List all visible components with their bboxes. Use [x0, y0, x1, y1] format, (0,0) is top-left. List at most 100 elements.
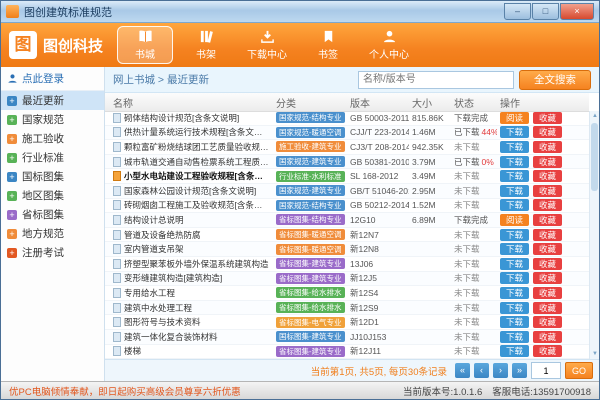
- fav-button[interactable]: 收藏: [533, 316, 562, 328]
- close-button[interactable]: ×: [560, 3, 594, 20]
- doc-name[interactable]: 楼梯: [124, 345, 141, 357]
- folder-icon[interactable]: +: [7, 210, 17, 220]
- login-link[interactable]: 点此登录: [1, 67, 104, 91]
- doc-name[interactable]: 管道及设备绝热防腐: [124, 229, 201, 241]
- table-row[interactable]: 砌体结构设计规范[含条文说明]国家规范-结构专业GB 50003-2011815…: [105, 111, 589, 126]
- sidebar-item[interactable]: +最近更新: [1, 91, 104, 110]
- scroll-up-icon[interactable]: ▲: [590, 111, 600, 121]
- fav-button[interactable]: 收藏: [533, 258, 562, 270]
- table-row[interactable]: 楼梯省标图集-建筑专业新12J11未下载下载收藏: [105, 345, 589, 360]
- fav-button[interactable]: 收藏: [533, 185, 562, 197]
- read-button[interactable]: 阅读: [500, 214, 529, 226]
- table-row[interactable]: 供热计量系统运行技术规程[含条文说明]国家规范-暖通空调CJJ/T 223-20…: [105, 126, 589, 141]
- doc-name[interactable]: 专用给水工程: [124, 287, 175, 299]
- download-button[interactable]: 下载: [500, 199, 529, 211]
- table-row[interactable]: 建筑中水处理工程省标图集-给水排水新12S9未下载下载收藏: [105, 301, 589, 316]
- download-button[interactable]: 下载: [500, 243, 529, 255]
- fav-button[interactable]: 收藏: [533, 287, 562, 299]
- sidebar-item[interactable]: +行业标准: [1, 148, 104, 167]
- download-button[interactable]: 下载: [500, 126, 529, 138]
- doc-name[interactable]: 颗粒富矿粉烧结球团工艺质量验收规范[含条文说明]: [124, 141, 270, 153]
- table-row[interactable]: 建筑一体化复合装饰材料国标图集-建筑专业JJ10J153未下载下载收藏: [105, 330, 589, 345]
- doc-name[interactable]: 建筑一体化复合装饰材料: [124, 331, 218, 343]
- tab-download[interactable]: 下载中心: [239, 25, 295, 65]
- sidebar-item[interactable]: +国标图集: [1, 167, 104, 186]
- scrollbar-thumb[interactable]: [591, 123, 598, 191]
- sidebar-item[interactable]: +省标图集: [1, 205, 104, 224]
- folder-icon[interactable]: +: [7, 115, 17, 125]
- sidebar-item[interactable]: +国家规范: [1, 110, 104, 129]
- fav-button[interactable]: 收藏: [533, 229, 562, 241]
- doc-name[interactable]: 结构设计总说明: [124, 214, 184, 226]
- doc-name[interactable]: 挤塑型聚苯板外墙外保温系统建筑构造: [124, 258, 269, 270]
- sidebar-item[interactable]: +施工验收: [1, 129, 104, 148]
- tab-bookmark[interactable]: 书签: [300, 25, 356, 65]
- doc-name[interactable]: 国家森林公园设计规范[含条文说明]: [124, 185, 256, 197]
- doc-name[interactable]: 室内管道支吊架: [124, 243, 184, 255]
- sidebar-item[interactable]: +地方规范: [1, 224, 104, 243]
- folder-icon[interactable]: +: [7, 96, 17, 106]
- download-button[interactable]: 下载: [500, 287, 529, 299]
- folder-icon[interactable]: +: [7, 229, 17, 239]
- table-row[interactable]: 城市轨道交通自动售检票系统工程质量验收规范[含条文说明]国家规范-建筑专业GB …: [105, 155, 589, 170]
- folder-icon[interactable]: +: [7, 191, 17, 201]
- fav-button[interactable]: 收藏: [533, 156, 562, 168]
- page-number-input[interactable]: [531, 362, 561, 379]
- doc-name[interactable]: 供热计量系统运行技术规程[含条文说明]: [124, 126, 270, 138]
- table-row[interactable]: 管道及设备绝热防腐省标图集-暖通空调新12N7未下载下载收藏: [105, 228, 589, 243]
- table-row[interactable]: 室内管道支吊架省标图集-暖通空调新12N8未下载下载收藏: [105, 242, 589, 257]
- download-button[interactable]: 下载: [500, 302, 529, 314]
- table-row[interactable]: 结构设计总说明省标图集-结构专业12G106.89M下载完成阅读收藏: [105, 213, 589, 228]
- download-button[interactable]: 下载: [500, 331, 529, 343]
- doc-name[interactable]: 城市轨道交通自动售检票系统工程质量验收规范[含条文说明]: [124, 156, 270, 168]
- maximize-button[interactable]: □: [532, 3, 559, 20]
- table-row[interactable]: 变形缝建筑构造[建筑构造]省标图集-建筑专业新12J5未下载下载收藏: [105, 272, 589, 287]
- download-button[interactable]: 下载: [500, 185, 529, 197]
- folder-icon[interactable]: +: [7, 153, 17, 163]
- table-row[interactable]: 小型水电站建设工程验收规程[含条文说明]行业标准-水利标准SL 168-2012…: [105, 169, 589, 184]
- folder-icon[interactable]: +: [7, 134, 17, 144]
- tab-shelf[interactable]: 书架: [178, 25, 234, 65]
- next-page-button[interactable]: ›: [493, 363, 508, 378]
- prev-page-button[interactable]: ‹: [474, 363, 489, 378]
- doc-name[interactable]: 小型水电站建设工程验收规程[含条文说明]: [124, 170, 270, 182]
- fav-button[interactable]: 收藏: [533, 302, 562, 314]
- fav-button[interactable]: 收藏: [533, 112, 562, 124]
- download-button[interactable]: 下载: [500, 258, 529, 270]
- scroll-down-icon[interactable]: ▼: [590, 349, 600, 359]
- fav-button[interactable]: 收藏: [533, 243, 562, 255]
- table-row[interactable]: 颗粒富矿粉烧结球团工艺质量验收规范[含条文说明]施工验收-建筑专业CJ3/T 2…: [105, 140, 589, 155]
- doc-name[interactable]: 建筑中水处理工程: [124, 302, 192, 314]
- folder-icon[interactable]: +: [7, 172, 17, 182]
- fav-button[interactable]: 收藏: [533, 199, 562, 211]
- table-row[interactable]: 挤塑型聚苯板外墙外保温系统建筑构造省标图集-建筑专业13J06未下载下载收藏: [105, 257, 589, 272]
- table-row[interactable]: 砖砌烟囱工程施工及验收规范[含条文说明]国家规范-结构专业GB 50212-20…: [105, 199, 589, 214]
- tab-book[interactable]: 书城: [117, 26, 173, 64]
- fav-button[interactable]: 收藏: [533, 214, 562, 226]
- sidebar-item[interactable]: +注册考试: [1, 243, 104, 262]
- search-input[interactable]: [358, 71, 514, 89]
- last-page-button[interactable]: »: [512, 363, 527, 378]
- table-row[interactable]: 专用给水工程省标图集-给水排水新12S4未下载下载收藏: [105, 286, 589, 301]
- fav-button[interactable]: 收藏: [533, 331, 562, 343]
- fav-button[interactable]: 收藏: [533, 141, 562, 153]
- first-page-button[interactable]: «: [455, 363, 470, 378]
- doc-name[interactable]: 图形符号与技术资料: [124, 316, 201, 328]
- vertical-scrollbar[interactable]: ▲ ▼: [589, 111, 599, 359]
- doc-name[interactable]: 砌体结构设计规范[含条文说明]: [124, 112, 239, 124]
- sidebar-item[interactable]: +地区图集: [1, 186, 104, 205]
- fav-button[interactable]: 收藏: [533, 170, 562, 182]
- folder-icon[interactable]: +: [7, 248, 17, 258]
- read-button[interactable]: 阅读: [500, 112, 529, 124]
- download-button[interactable]: 下载: [500, 272, 529, 284]
- breadcrumb[interactable]: 网上书城 > 最近更新: [113, 72, 209, 87]
- table-row[interactable]: 图形符号与技术资料省标图集-电气专业新12D1未下载下载收藏: [105, 315, 589, 330]
- fav-button[interactable]: 收藏: [533, 345, 562, 357]
- download-button[interactable]: 下载: [500, 170, 529, 182]
- table-row[interactable]: 国家森林公园设计规范[含条文说明]国家规范-建筑专业GB/T 51046-201…: [105, 184, 589, 199]
- download-button[interactable]: 下载: [500, 345, 529, 357]
- search-button[interactable]: 全文搜索: [519, 70, 591, 90]
- download-button[interactable]: 下载: [500, 229, 529, 241]
- doc-name[interactable]: 变形缝建筑构造[建筑构造]: [124, 272, 222, 284]
- fav-button[interactable]: 收藏: [533, 126, 562, 138]
